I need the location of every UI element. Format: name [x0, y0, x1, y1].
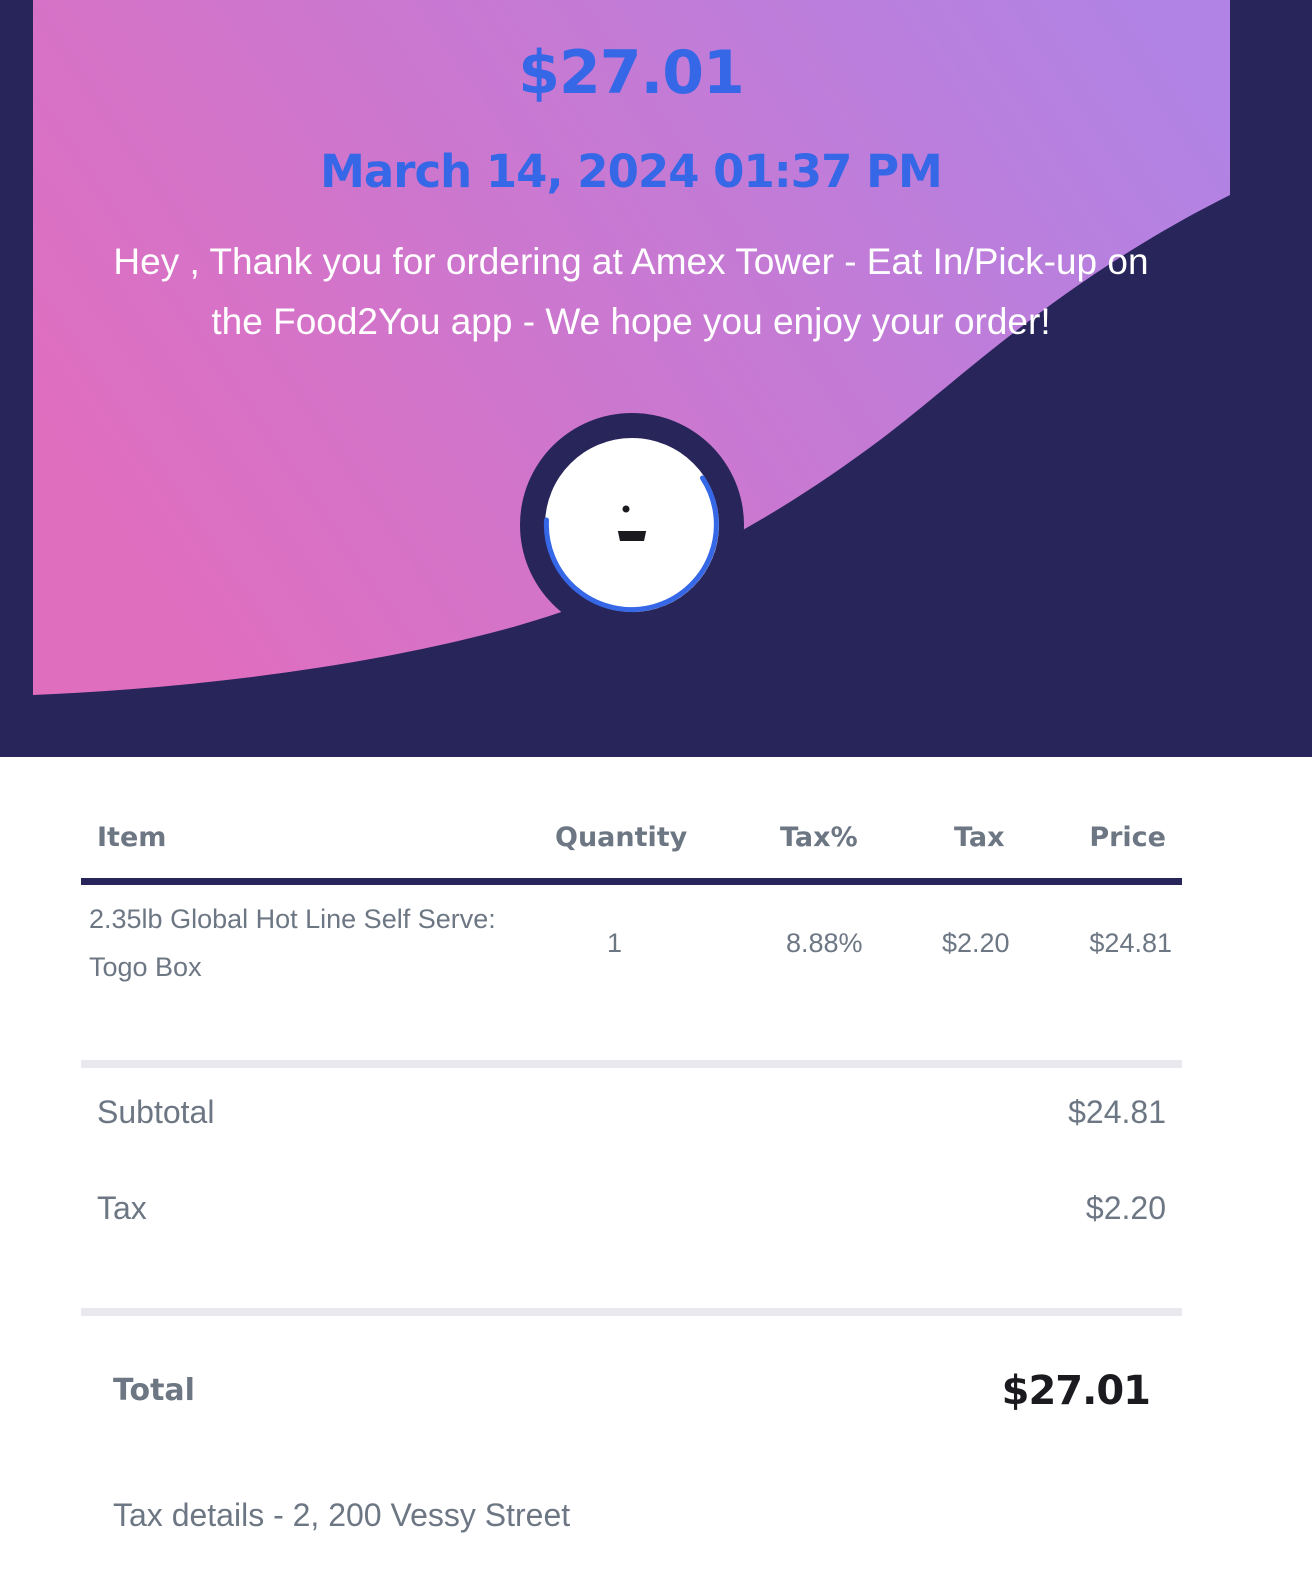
tax-value: $2.20	[1085, 1190, 1166, 1226]
subtotal-label: Subtotal	[97, 1094, 215, 1130]
item-tax: $2.20	[942, 928, 1010, 958]
header-quantity: Quantity	[555, 822, 688, 853]
divider	[81, 1060, 1182, 1068]
item-tax-percent: 8.88%	[786, 928, 863, 958]
item-quantity: 1	[607, 928, 623, 958]
header-gradient-background	[33, 0, 1230, 695]
item-price: $24.81	[1089, 928, 1172, 958]
tax-label: Tax	[97, 1190, 147, 1226]
tax-details: Tax details - 2, 200 Vessy Street	[113, 1497, 571, 1533]
divider	[81, 1308, 1182, 1316]
header-tax: Tax	[954, 822, 1005, 853]
subtotal-row: Subtotal $24.81	[81, 1068, 1182, 1164]
thank-you-message: Hey , Thank you for ordering at Amex Tow…	[113, 241, 1149, 342]
table-row: 2.35lb Global Hot Line Self Serve: Togo …	[81, 885, 1182, 1060]
header-price: Price	[1089, 822, 1166, 853]
total-label: Total	[113, 1373, 195, 1408]
order-items-table: Item Quantity Tax% Tax Price 2.35lb Glob…	[81, 800, 1182, 1316]
order-datetime: March 14, 2024 01:37 PM	[320, 145, 943, 198]
tax-row: Tax $2.20	[81, 1164, 1182, 1308]
order-amount: $27.01	[518, 38, 745, 108]
subtotal-value: $24.81	[1068, 1094, 1166, 1130]
item-name: 2.35lb Global Hot Line Self Serve: Togo …	[89, 904, 496, 982]
receipt-header: $27.01 March 14, 2024 01:37 PM Hey , Tha…	[0, 0, 1312, 757]
header-tax-percent: Tax%	[780, 822, 858, 853]
table-header-row: Item Quantity Tax% Tax Price	[81, 800, 1182, 885]
food-bag-icon	[520, 413, 744, 637]
header-item: Item	[97, 822, 167, 853]
total-value: $27.01	[1001, 1368, 1151, 1414]
